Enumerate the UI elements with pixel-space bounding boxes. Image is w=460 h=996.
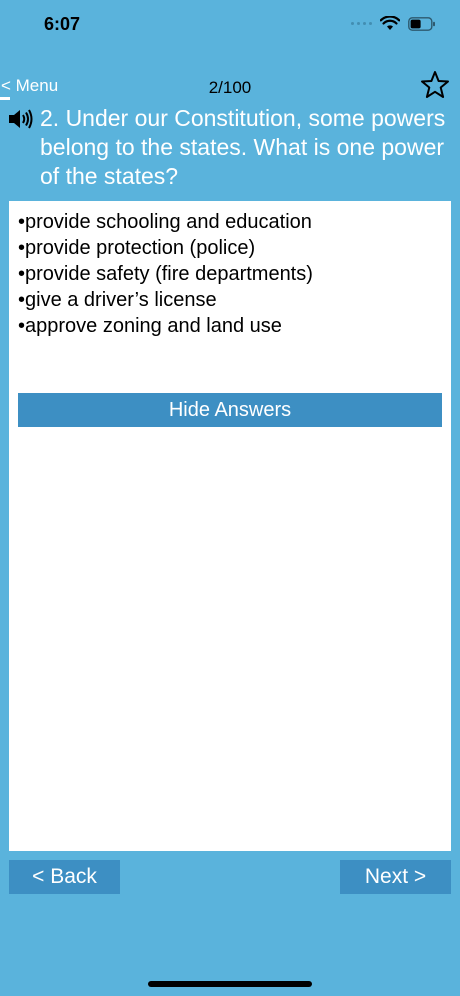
- home-indicator[interactable]: [148, 981, 312, 987]
- answer-item: •give a driver’s license: [18, 289, 217, 311]
- status-icons: [351, 16, 436, 31]
- favorite-button[interactable]: [420, 70, 450, 105]
- question-progress: 2/100: [208, 78, 252, 97]
- answer-card: •provide schooling and education •provid…: [9, 201, 451, 851]
- wifi-icon: [380, 16, 400, 30]
- signal-icon: [351, 22, 372, 25]
- speaker-icon: [9, 109, 33, 129]
- question-text: 2. Under our Constitution, some powers b…: [40, 105, 446, 189]
- battery-icon: [408, 16, 435, 31]
- question-row: 2. Under our Constitution, some powers b…: [8, 104, 454, 191]
- answer-item: •provide schooling and education: [18, 211, 312, 233]
- nav-bar: < Menu 2/100: [0, 70, 460, 106]
- speaker-button[interactable]: [8, 108, 34, 135]
- star-outline-icon: [421, 71, 449, 98]
- status-time: 6:07: [44, 14, 81, 34]
- status-bar: 6:07: [0, 0, 460, 50]
- answer-item: •provide protection (police): [18, 237, 256, 259]
- next-button[interactable]: Next >: [340, 860, 451, 894]
- back-button[interactable]: < Back: [9, 860, 120, 894]
- menu-underline: [0, 97, 10, 100]
- answer-item: •approve zoning and land use: [18, 315, 282, 337]
- hide-answers-button[interactable]: Hide Answers: [18, 393, 442, 427]
- answer-list: •provide schooling and education •provid…: [9, 201, 451, 339]
- answer-item: •provide safety (fire departments): [18, 263, 313, 285]
